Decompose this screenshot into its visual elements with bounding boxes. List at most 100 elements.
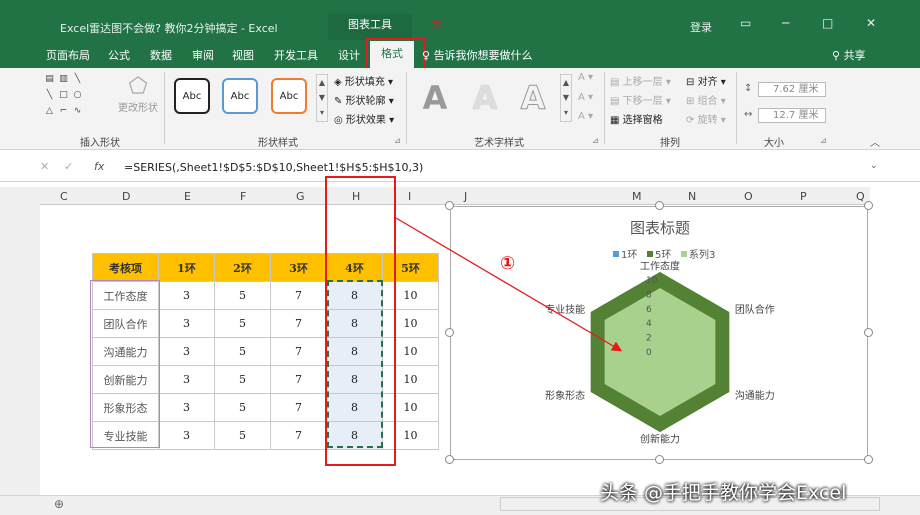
- wordart-style-outline[interactable]: A: [512, 80, 554, 117]
- tab-review[interactable]: 审阅: [192, 47, 214, 63]
- dialog-launcher-icon[interactable]: ⊿: [394, 136, 401, 145]
- table-cell[interactable]: 3: [158, 393, 215, 422]
- line-shape-icon[interactable]: ╲: [72, 74, 83, 85]
- shape-style-gallery-scroll[interactable]: ▲ ▼ ▾: [316, 74, 328, 122]
- login-button[interactable]: 登录: [690, 19, 712, 35]
- legend-label[interactable]: 1环: [621, 250, 637, 261]
- bracket-shape-icon[interactable]: ⌐: [58, 106, 69, 117]
- table-cell[interactable]: 7: [270, 421, 327, 450]
- resize-handle[interactable]: [655, 455, 664, 464]
- column-header[interactable]: E: [184, 190, 191, 203]
- wordart-style-gray[interactable]: A: [414, 80, 456, 116]
- tab-developer[interactable]: 开发工具: [274, 47, 318, 63]
- tab-data[interactable]: 数据: [150, 47, 172, 63]
- legend-swatch[interactable]: [613, 251, 619, 257]
- curve-shape-icon[interactable]: ∿: [72, 106, 83, 117]
- shape-outline-button[interactable]: ✎ 形状轮廓 ▾: [334, 92, 394, 107]
- add-sheet-icon[interactable]: ⊕: [54, 497, 64, 511]
- shape-style-blue[interactable]: Abc: [222, 78, 258, 114]
- table-cell[interactable]: 7: [270, 365, 327, 394]
- shape-height-input[interactable]: 7.62 厘米: [758, 82, 826, 97]
- legend-swatch[interactable]: [681, 251, 687, 257]
- rectangle-shape-icon[interactable]: □: [58, 90, 69, 101]
- table-cell[interactable]: 5: [214, 421, 271, 450]
- shape-effects-button[interactable]: ◎ 形状效果 ▾: [334, 111, 394, 126]
- column-header[interactable]: I: [408, 190, 411, 203]
- table-cell[interactable]: 7: [270, 337, 327, 366]
- selection-pane-button[interactable]: ▦ 选择窗格: [610, 111, 663, 126]
- maximize-icon[interactable]: □: [822, 16, 833, 30]
- change-shape-button[interactable]: ⬠ 更改形状: [118, 74, 158, 114]
- insert-function-icon[interactable]: fx: [94, 160, 104, 173]
- collapse-ribbon-icon[interactable]: ︿: [870, 134, 880, 149]
- table-cell[interactable]: 3: [158, 337, 215, 366]
- column-header[interactable]: F: [240, 190, 246, 203]
- oval-shape-icon[interactable]: ○: [72, 90, 83, 101]
- dialog-launcher-icon[interactable]: ⊿: [820, 136, 827, 145]
- header-cell[interactable]: 1环: [158, 253, 215, 282]
- tab-formulas[interactable]: 公式: [108, 47, 130, 63]
- text-outline-button[interactable]: A ▾: [578, 92, 593, 103]
- triangle-shape-icon[interactable]: △: [44, 106, 55, 117]
- table-cell[interactable]: 5: [214, 337, 271, 366]
- shapes-gallery[interactable]: ▤ ▥ ╲ ╲ □ ○ △ ⌐ ∿: [44, 74, 116, 124]
- resize-handle[interactable]: [864, 201, 873, 210]
- shape-style-orange[interactable]: Abc: [271, 78, 307, 114]
- table-cell[interactable]: 3: [158, 421, 215, 450]
- expand-formula-icon[interactable]: ⌄: [870, 161, 878, 171]
- wordart-gallery-scroll[interactable]: ▲ ▼ ▾: [560, 74, 572, 122]
- textbox-shape-icon[interactable]: ▤: [44, 74, 55, 85]
- text-fill-button[interactable]: A ▾: [578, 72, 593, 83]
- table-cell[interactable]: 5: [214, 393, 271, 422]
- formula-input[interactable]: =SERIES(,Sheet1!$D$5:$D$10,Sheet1!$H$5:$…: [124, 161, 423, 174]
- table-cell[interactable]: 3: [158, 365, 215, 394]
- close-icon[interactable]: ✕: [866, 16, 876, 30]
- ribbon-display-icon[interactable]: ▭: [740, 16, 751, 30]
- confirm-icon[interactable]: ✓: [64, 160, 73, 173]
- group-button[interactable]: ⊞ 组合 ▾: [686, 92, 726, 107]
- rotate-button[interactable]: ⟳ 旋转 ▾: [686, 111, 726, 126]
- radar-chart[interactable]: 图表标题 1环 5环 系列3 0 2 4 6 8 10 工作态度 团队合作 沟通能力 创新能力 形象形态…: [450, 206, 868, 460]
- send-backward-button[interactable]: ▤ 下移一层 ▾: [610, 92, 671, 107]
- column-header[interactable]: Q: [856, 190, 865, 203]
- minimize-icon[interactable]: ─: [782, 16, 789, 30]
- chart-legend[interactable]: 1环 5环 系列3: [613, 248, 715, 261]
- table-cell[interactable]: 5: [214, 365, 271, 394]
- resize-handle[interactable]: [655, 201, 664, 210]
- shape-style-black[interactable]: Abc: [174, 78, 210, 114]
- wordart-style-light[interactable]: A: [464, 80, 506, 116]
- column-header[interactable]: P: [800, 190, 807, 203]
- resize-handle[interactable]: [864, 328, 873, 337]
- table-cell[interactable]: 5: [214, 281, 271, 310]
- table-cell[interactable]: 7: [270, 309, 327, 338]
- text-effects-button[interactable]: A ▾: [578, 111, 593, 122]
- column-header[interactable]: C: [60, 190, 68, 203]
- legend-label[interactable]: 5环: [655, 250, 671, 261]
- vertical-textbox-shape-icon[interactable]: ▥: [58, 74, 69, 85]
- tab-design[interactable]: 设计: [338, 47, 360, 63]
- align-button[interactable]: ⊟ 对齐 ▾: [686, 73, 726, 88]
- header-cell[interactable]: 3环: [270, 253, 327, 282]
- dialog-launcher-icon[interactable]: ⊿: [592, 136, 599, 145]
- column-header[interactable]: J: [464, 190, 467, 203]
- resize-handle[interactable]: [445, 201, 454, 210]
- column-header[interactable]: D: [122, 190, 130, 203]
- bring-forward-button[interactable]: ▤ 上移一层 ▾: [610, 73, 671, 88]
- table-cell[interactable]: 3: [158, 281, 215, 310]
- shape-fill-button[interactable]: ◈ 形状填充 ▾: [334, 73, 393, 88]
- share-button[interactable]: ⚲ 共享: [832, 47, 866, 63]
- table-cell[interactable]: 5: [214, 309, 271, 338]
- column-header[interactable]: O: [744, 190, 753, 203]
- column-header[interactable]: N: [688, 190, 696, 203]
- legend-swatch[interactable]: [647, 251, 653, 257]
- column-header[interactable]: G: [296, 190, 305, 203]
- chart-title[interactable]: 图表标题: [630, 219, 690, 237]
- tab-view[interactable]: 视图: [232, 47, 254, 63]
- legend-label[interactable]: 系列3: [689, 248, 715, 261]
- header-cell[interactable]: 考核项: [92, 253, 159, 282]
- shape-width-input[interactable]: 12.7 厘米: [758, 108, 826, 123]
- tell-me-input[interactable]: ♀ 告诉我你想要做什么: [422, 47, 533, 63]
- table-cell[interactable]: 3: [158, 309, 215, 338]
- tab-page-layout[interactable]: 页面布局: [46, 47, 90, 63]
- table-cell[interactable]: 7: [270, 393, 327, 422]
